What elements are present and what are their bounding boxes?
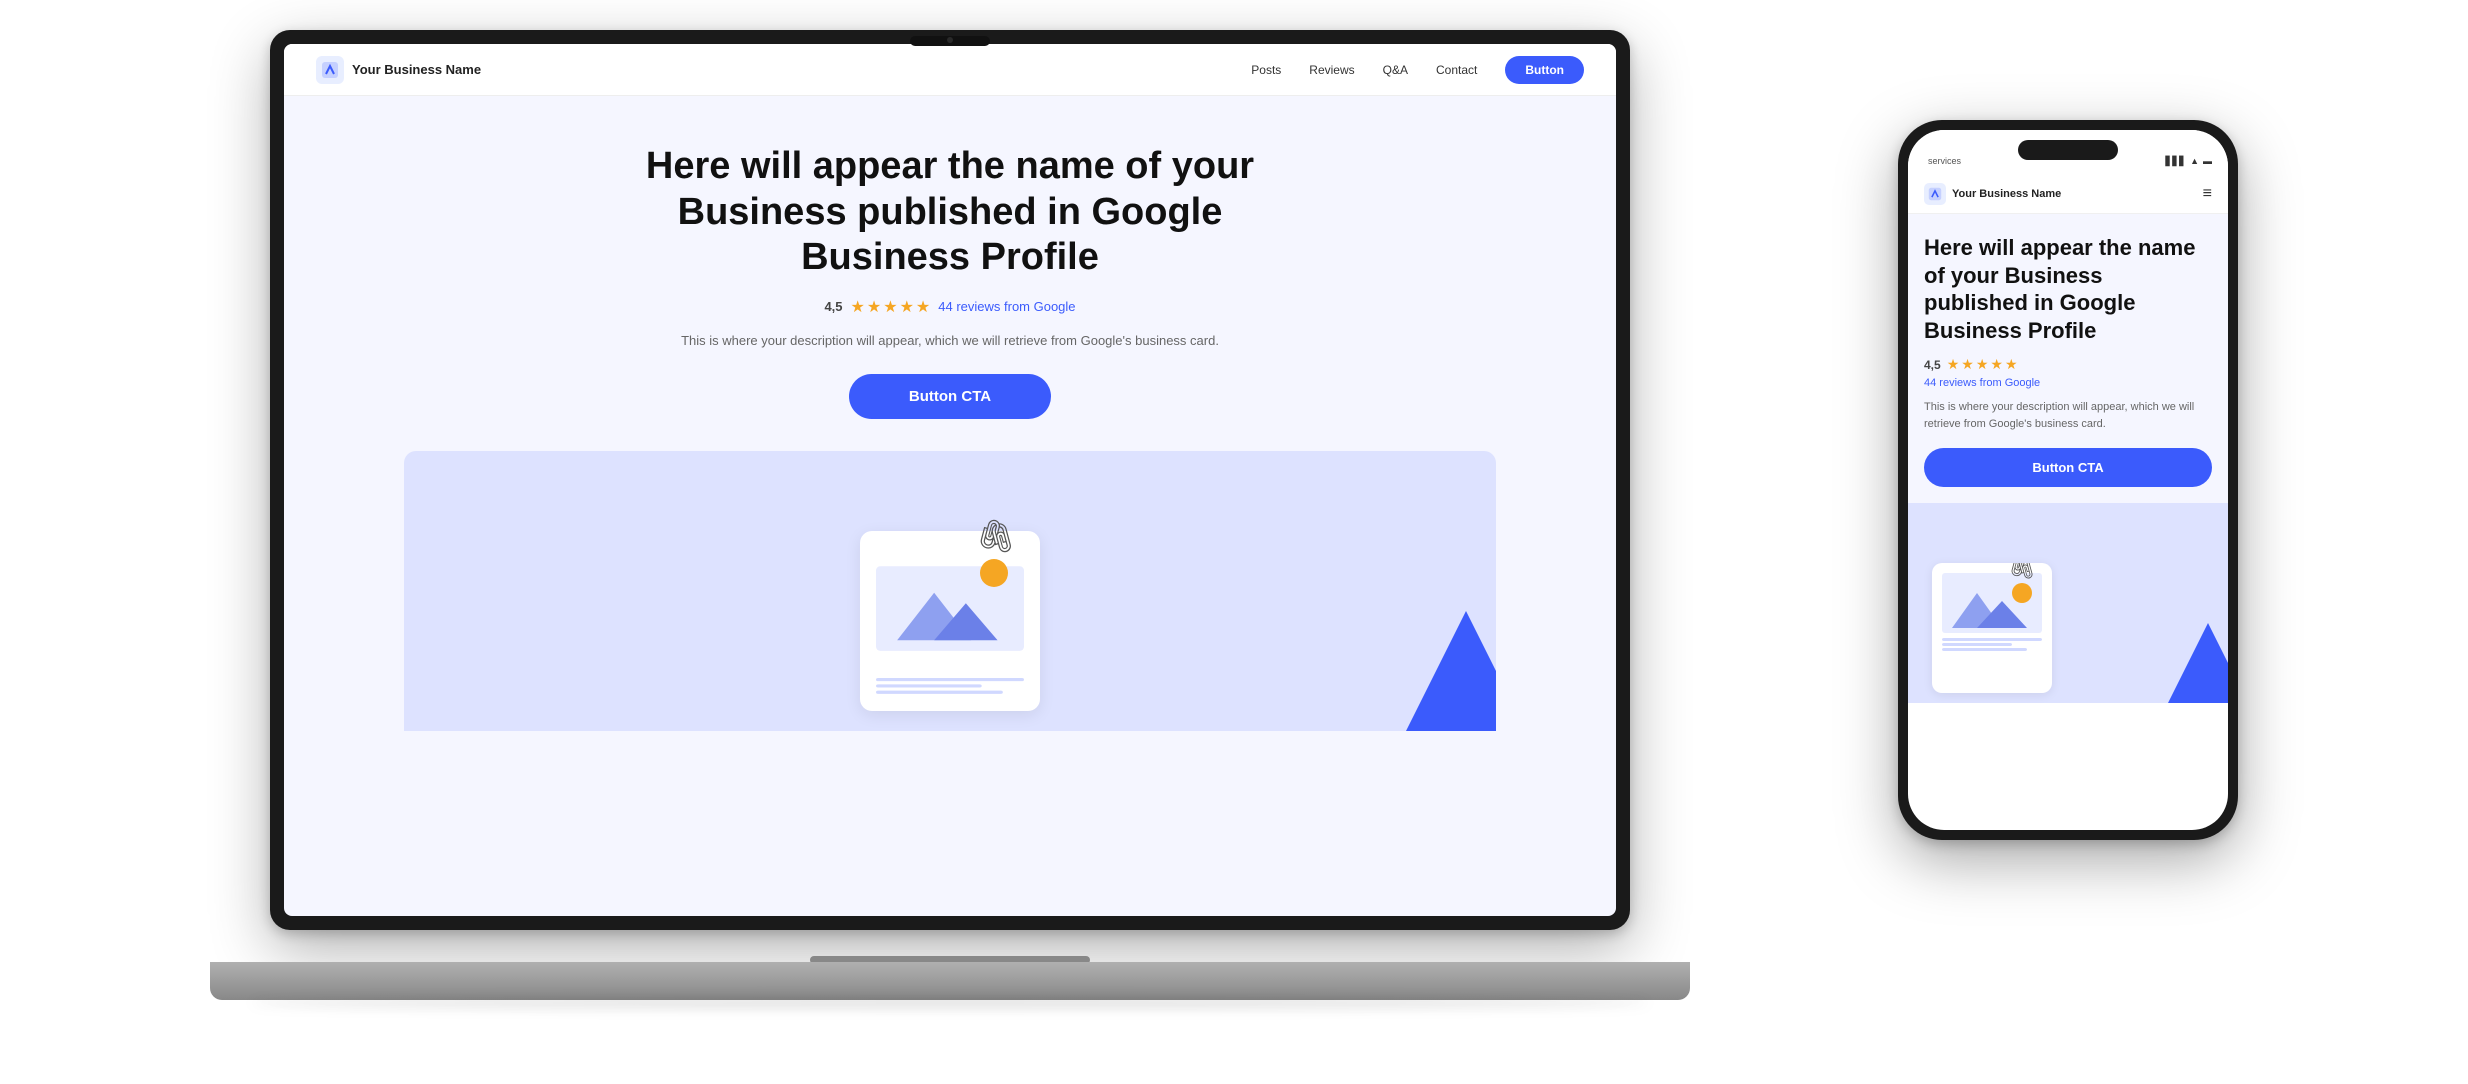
phone-logo-icon [1924, 183, 1946, 205]
phone-stars: ★ ★ ★ ★ ★ [1947, 356, 2018, 373]
laptop-hero-image: 🖇 [404, 451, 1496, 731]
laptop-reviews-link[interactable]: 44 reviews from Google [938, 299, 1075, 314]
nav-link-qa[interactable]: Q&A [1383, 63, 1408, 77]
laptop-base-shadow [250, 998, 1650, 1008]
laptop-hero-description: This is where your description will appe… [670, 331, 1230, 351]
scene: Your Business Name Posts Reviews Q&A Con… [0, 0, 2468, 1084]
nav-link-reviews[interactable]: Reviews [1309, 63, 1354, 77]
phone-brand: Your Business Name [1924, 183, 2061, 205]
logo-icon [316, 56, 344, 84]
phone-reviews-link[interactable]: 44 reviews from Google [1924, 377, 2212, 389]
laptop-illus-sun [980, 559, 1008, 587]
phone-services-text: services [1928, 156, 1961, 166]
laptop-cta-button[interactable]: Button CTA [849, 374, 1051, 419]
laptop-illustration-card: 🖇 [860, 531, 1040, 711]
star-1: ★ [851, 297, 865, 317]
nav-link-contact[interactable]: Contact [1436, 63, 1477, 77]
laptop-screen-inner: Your Business Name Posts Reviews Q&A Con… [284, 44, 1616, 916]
star-5: ★ [916, 297, 930, 317]
signal-icon: ▋▋▋ [2165, 156, 2186, 167]
phone-star-5: ★ [2005, 356, 2018, 373]
phone-status-icons: ▋▋▋ ▲ ▬ [2165, 156, 2212, 167]
laptop-device: Your Business Name Posts Reviews Q&A Con… [200, 30, 1700, 1000]
battery-icon: ▬ [2203, 156, 2212, 166]
laptop-brand-name: Your Business Name [352, 62, 481, 77]
phone-screen: services ▋▋▋ ▲ ▬ [1908, 130, 2228, 830]
laptop-illus-clip: 🖇 [975, 517, 1016, 555]
phone-illus-sun [2012, 583, 2032, 603]
laptop-illus-lines [876, 678, 1024, 695]
browser-navbar: Your Business Name Posts Reviews Q&A Con… [284, 44, 1616, 96]
nav-link-posts[interactable]: Posts [1251, 63, 1281, 77]
phone-navbar: Your Business Name ≡ [1908, 174, 2228, 214]
nav-links: Posts Reviews Q&A Contact Button [1251, 56, 1584, 84]
phone-hero-description: This is where your description will appe… [1924, 399, 2212, 432]
laptop-stars: ★ ★ ★ ★ ★ [851, 297, 931, 317]
phone-rating-number: 4,5 [1924, 358, 1941, 372]
phone-star-3: ★ [1976, 356, 1989, 373]
laptop-hero-section: Here will appear the name of your Busine… [284, 96, 1616, 731]
nav-button[interactable]: Button [1505, 56, 1584, 84]
phone-illus-mountain [1942, 573, 2042, 633]
laptop-hero-title: Here will appear the name of your Busine… [600, 144, 1300, 281]
laptop-camera-dot [947, 37, 953, 43]
hamburger-icon[interactable]: ≡ [2203, 185, 2212, 203]
phone-rating: 4,5 ★ ★ ★ ★ ★ [1924, 356, 2212, 373]
star-3: ★ [883, 297, 897, 317]
phone-star-2: ★ [1961, 356, 1974, 373]
phone-illustration-card: 🖇 [1932, 563, 2052, 693]
phone-outer: services ▋▋▋ ▲ ▬ [1898, 120, 2238, 840]
phone-illus-triangle [2168, 623, 2228, 703]
brand-logo: Your Business Name [316, 56, 481, 84]
phone-hero-title: Here will appear the name of your Busine… [1924, 234, 2212, 344]
phone-hero-image: 🖇 [1908, 503, 2228, 703]
laptop-body [210, 962, 1690, 1000]
star-4: ★ [900, 297, 914, 317]
phone-star-1: ★ [1947, 356, 1960, 373]
laptop-hero-rating: 4,5 ★ ★ ★ ★ ★ 44 reviews from Google [324, 297, 1576, 317]
phone-notch [2018, 140, 2118, 160]
laptop-rating-number: 4,5 [824, 299, 842, 314]
phone-illus-lines [1942, 638, 2042, 652]
phone-star-4: ★ [1990, 356, 2003, 373]
laptop-screen-outer: Your Business Name Posts Reviews Q&A Con… [270, 30, 1630, 930]
phone-brand-name: Your Business Name [1952, 188, 2061, 200]
phone-cta-button[interactable]: Button CTA [1924, 448, 2212, 487]
laptop-illus-triangle [1406, 611, 1496, 731]
phone-device: services ▋▋▋ ▲ ▬ [1898, 120, 2238, 840]
star-2: ★ [867, 297, 881, 317]
wifi-icon: ▲ [2190, 156, 2199, 166]
phone-illus-clip: 🖇 [2008, 563, 2036, 581]
phone-hero-section: Here will appear the name of your Busine… [1908, 214, 2228, 503]
